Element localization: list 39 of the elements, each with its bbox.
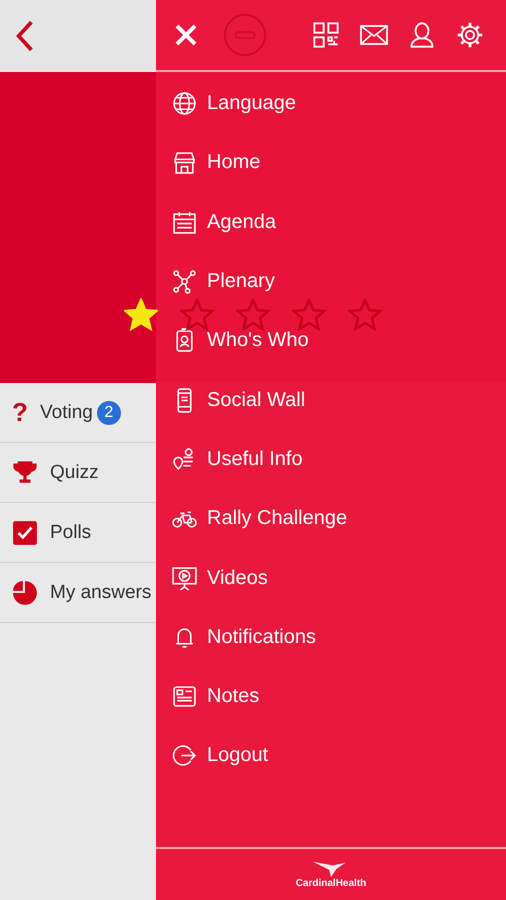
network-icon bbox=[172, 269, 197, 294]
empty-star-icon[interactable] bbox=[348, 298, 382, 332]
menu-item[interactable]: Notes bbox=[156, 666, 506, 726]
notepad-icon bbox=[172, 684, 197, 710]
filled-star-icon[interactable] bbox=[124, 298, 158, 332]
settings-icon[interactable] bbox=[456, 21, 484, 49]
menu-item[interactable]: Plenary bbox=[156, 252, 506, 312]
globe-icon bbox=[172, 91, 197, 116]
menu-item[interactable]: Social Wall bbox=[156, 370, 506, 430]
list-item-label: Voting bbox=[40, 402, 93, 424]
calendar-icon bbox=[172, 210, 197, 235]
question-mark-icon: ? bbox=[12, 397, 34, 428]
empty-star-icon[interactable] bbox=[236, 298, 270, 332]
menu-item[interactable]: Useful Info bbox=[156, 430, 506, 490]
menu-item[interactable]: Rally Challenge bbox=[156, 489, 506, 548]
menu-item[interactable]: Logout bbox=[156, 726, 506, 786]
qr-code-icon[interactable] bbox=[312, 21, 340, 49]
empty-star-icon[interactable] bbox=[292, 298, 326, 332]
user-icon[interactable] bbox=[408, 21, 436, 49]
list-item-label: Quizz bbox=[50, 462, 99, 484]
logout-icon bbox=[172, 743, 197, 768]
menu-item[interactable]: Notifications bbox=[156, 608, 506, 667]
storefront-icon bbox=[172, 150, 197, 176]
menu-item[interactable]: Language bbox=[156, 74, 506, 134]
menu-item[interactable]: Agenda bbox=[156, 192, 506, 252]
video-screen-icon bbox=[172, 566, 197, 591]
menu-item[interactable]: Who's Who bbox=[156, 311, 506, 370]
logo-icon bbox=[222, 12, 268, 58]
pie-chart-icon bbox=[12, 580, 38, 606]
trophy-icon bbox=[12, 460, 38, 486]
list-item-label: My answers bbox=[50, 582, 152, 604]
count-badge: 2 bbox=[96, 400, 121, 424]
empty-star-icon[interactable] bbox=[180, 298, 214, 332]
checkbox-icon bbox=[12, 520, 38, 546]
menu-item[interactable]: Home bbox=[156, 133, 506, 193]
menu-item[interactable]: Videos bbox=[156, 548, 506, 608]
list-item-label: Polls bbox=[50, 522, 92, 544]
close-icon[interactable] bbox=[174, 23, 198, 47]
logo-text: CardinalHealth bbox=[296, 878, 366, 889]
